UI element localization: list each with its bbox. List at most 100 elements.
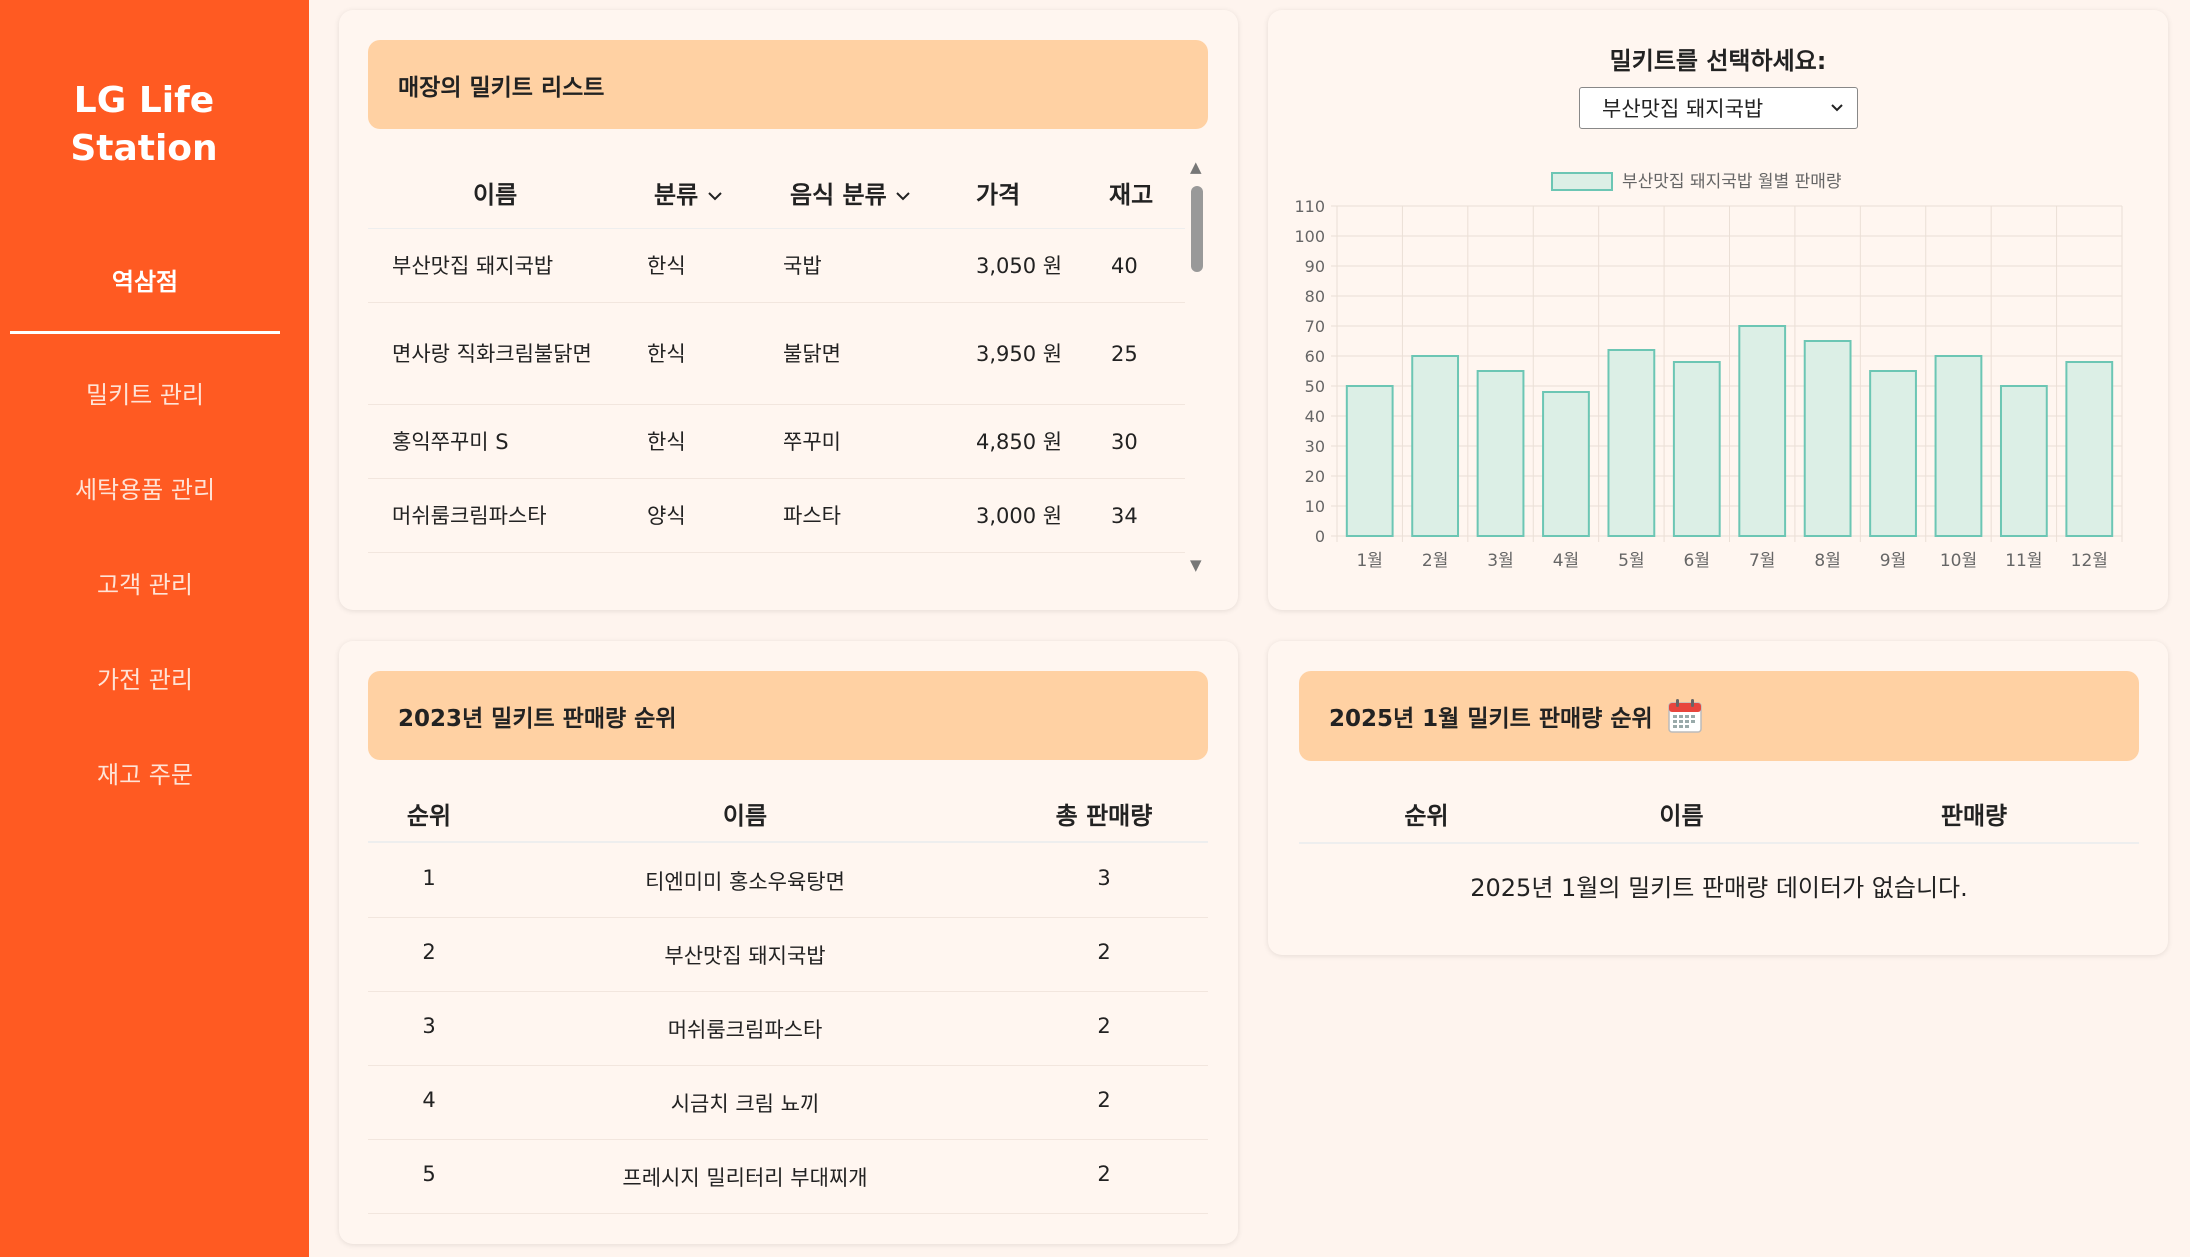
list-scrollbar[interactable]: ▲ ▼ bbox=[1187, 158, 1207, 578]
sidebar-item-appliance[interactable]: 가전 관리 bbox=[10, 660, 280, 695]
table-row[interactable]: 1 티엔미미 홍소우육탕면 3 bbox=[368, 844, 1208, 918]
col-food-category-label: 음식 분류 bbox=[790, 181, 887, 209]
brand-line-2: Station bbox=[70, 128, 218, 169]
cell-name: 머쉬룸크림파스타 bbox=[667, 1018, 823, 1042]
x-tick-label: 11월 bbox=[2005, 551, 2042, 571]
mealkit-list-header: 매장의 밀키트 리스트 bbox=[368, 40, 1208, 129]
table-row[interactable]: 3 머쉬룸크림파스타 2 bbox=[368, 992, 1208, 1066]
bar bbox=[1476, 370, 1525, 537]
x-tick-label: 8월 bbox=[1814, 551, 1840, 571]
cell-category: 양식 bbox=[647, 503, 686, 528]
y-tick-label: 90 bbox=[1305, 257, 1325, 276]
cell-name: 시금치 크림 뇨끼 bbox=[670, 1092, 820, 1116]
y-tick-label: 30 bbox=[1305, 437, 1325, 456]
chevron-down-icon bbox=[896, 192, 910, 201]
cell-stock: 40 bbox=[1111, 253, 1138, 278]
col-name[interactable]: 이름 bbox=[473, 175, 517, 210]
cell-name: 부산맛집 돼지국밥 bbox=[664, 944, 826, 968]
x-tick-label: 7월 bbox=[1749, 551, 1775, 571]
table-row-partial[interactable] bbox=[368, 553, 1185, 584]
cell-category: 한식 bbox=[647, 253, 686, 278]
y-tick-label: 50 bbox=[1305, 377, 1325, 396]
x-tick-label: 1월 bbox=[1356, 551, 1382, 571]
table-row[interactable]: 부산맛집 돼지국밥 한식 국밥 3,050 원 40 bbox=[368, 229, 1185, 303]
cell-food: 쭈꾸미 bbox=[783, 429, 841, 454]
bar bbox=[1738, 325, 1787, 537]
cell-rank: 2 bbox=[422, 940, 436, 964]
x-tick-label: 2월 bbox=[1422, 551, 1448, 571]
x-tick-label: 5월 bbox=[1618, 551, 1644, 571]
scroll-thumb[interactable] bbox=[1191, 186, 1203, 272]
ranking-2025-table-header: 순위 이름 판매량 bbox=[1299, 782, 2139, 844]
brand-logo[interactable]: LG Life Station bbox=[0, 77, 288, 173]
table-row[interactable]: 4 시금치 크림 뇨끼 2 bbox=[368, 1066, 1208, 1140]
table-row[interactable]: 2 부산맛집 돼지국밥 2 bbox=[368, 918, 1208, 992]
cell-price: 3,000 원 bbox=[976, 503, 1063, 528]
cell-rank: 5 bbox=[422, 1162, 436, 1186]
cell-name: 티엔미미 홍소우육탕면 bbox=[645, 870, 845, 894]
y-tick-label: 110 bbox=[1294, 197, 1325, 216]
col-food-category[interactable]: 음식 분류 bbox=[790, 175, 911, 210]
ranking-2023-title: 2023년 밀키트 판매량 순위 bbox=[398, 705, 677, 732]
cell-stock: 25 bbox=[1111, 341, 1138, 366]
sidebar-item-mealkit[interactable]: 밀키트 관리 bbox=[10, 375, 280, 410]
mealkit-select[interactable]: 부산맛집 돼지국밥 bbox=[1579, 87, 1858, 129]
cell-category: 한식 bbox=[647, 341, 686, 366]
sidebar-item-customer[interactable]: 고객 관리 bbox=[10, 565, 280, 600]
cell-stock: 30 bbox=[1111, 429, 1138, 454]
ranking-2025-header: 2025년 1월 밀키트 판매량 순위 bbox=[1299, 671, 2139, 761]
bar bbox=[1345, 385, 1394, 537]
cell-total: 2 bbox=[1097, 1162, 1111, 1186]
col-price[interactable]: 가격 bbox=[976, 175, 1020, 210]
brand-line-1: LG Life bbox=[73, 80, 215, 121]
bar bbox=[1411, 355, 1460, 537]
cell-stock: 34 bbox=[1111, 503, 1138, 528]
col-total: 총 판매량 bbox=[1055, 802, 1153, 830]
cell-food: 불닭면 bbox=[783, 341, 841, 366]
y-tick-label: 100 bbox=[1294, 227, 1325, 246]
cell-total: 2 bbox=[1097, 940, 1111, 964]
cell-food: 파스타 bbox=[783, 503, 841, 528]
sidebar-item-stock-order[interactable]: 재고 주문 bbox=[10, 755, 280, 790]
y-tick-label: 0 bbox=[1315, 527, 1325, 546]
table-row[interactable]: 5 프레시지 밀리터리 부대찌개 2 bbox=[368, 1140, 1208, 1214]
x-tick-label: 4월 bbox=[1553, 551, 1579, 571]
nav-divider bbox=[10, 331, 280, 334]
x-tick-label: 3월 bbox=[1487, 551, 1513, 571]
mealkit-list-title: 매장의 밀키트 리스트 bbox=[398, 74, 605, 101]
bar bbox=[1542, 391, 1590, 537]
bar bbox=[1999, 385, 2048, 537]
col-stock[interactable]: 재고 bbox=[1109, 175, 1153, 210]
col-name: 이름 bbox=[1659, 802, 1704, 830]
scroll-down-icon[interactable]: ▼ bbox=[1190, 556, 1202, 574]
sidebar-item-store[interactable]: 역삼점 bbox=[10, 262, 280, 297]
bar bbox=[1607, 349, 1656, 537]
bar bbox=[1672, 361, 1721, 537]
scroll-up-icon[interactable]: ▲ bbox=[1190, 158, 1202, 176]
y-tick-label: 70 bbox=[1305, 317, 1325, 336]
cell-price: 4,850 원 bbox=[976, 429, 1063, 454]
table-row[interactable]: 머쉬룸크림파스타 양식 파스타 3,000 원 34 bbox=[368, 479, 1185, 553]
ranking-2025-title: 2025년 1월 밀키트 판매량 순위 bbox=[1329, 706, 1653, 732]
y-tick-label: 10 bbox=[1305, 497, 1325, 516]
sidebar-item-laundry[interactable]: 세탁용품 관리 bbox=[10, 470, 280, 505]
ranking-2023-table-header: 순위 이름 총 판매량 bbox=[368, 782, 1208, 843]
table-row[interactable]: 홍익쭈꾸미 S 한식 쭈꾸미 4,850 원 30 bbox=[368, 405, 1185, 479]
col-category-label: 분류 bbox=[654, 181, 699, 209]
cell-rank: 3 bbox=[422, 1014, 436, 1038]
bar bbox=[2065, 361, 2114, 537]
chart-select-prompt: 밀키트를 선택하세요: bbox=[1609, 47, 1827, 75]
monthly-sales-chart: 부산맛집 돼지국밥 월별 판매량 0 10 20 30 40 50 60 70 80 90 100 11… bbox=[1294, 172, 2123, 571]
x-tick-label: 10월 bbox=[1940, 551, 1977, 571]
table-row[interactable]: 면사랑 직화크림불닭면 한식 불닭면 3,950 원 25 bbox=[368, 303, 1185, 405]
bar bbox=[1869, 370, 1917, 537]
legend-label: 부산맛집 돼지국밥 월별 판매량 bbox=[1622, 172, 1842, 192]
col-name: 이름 bbox=[722, 802, 768, 830]
empty-state-message: 2025년 1월의 밀키트 판매량 데이터가 없습니다. bbox=[1470, 874, 1968, 902]
y-tick-label: 80 bbox=[1305, 287, 1325, 306]
col-category[interactable]: 분류 bbox=[654, 175, 723, 210]
cell-name: 프레시지 밀리터리 부대찌개 bbox=[622, 1166, 868, 1190]
mealkit-table-header: 이름 분류 음식 분류 가격 재고 bbox=[368, 155, 1185, 229]
cell-name: 홍익쭈꾸미 S bbox=[392, 429, 509, 454]
mealkit-table-body[interactable]: 부산맛집 돼지국밥 한식 국밥 3,050 원 40 면사랑 직화크림불닭면 한… bbox=[368, 229, 1185, 584]
